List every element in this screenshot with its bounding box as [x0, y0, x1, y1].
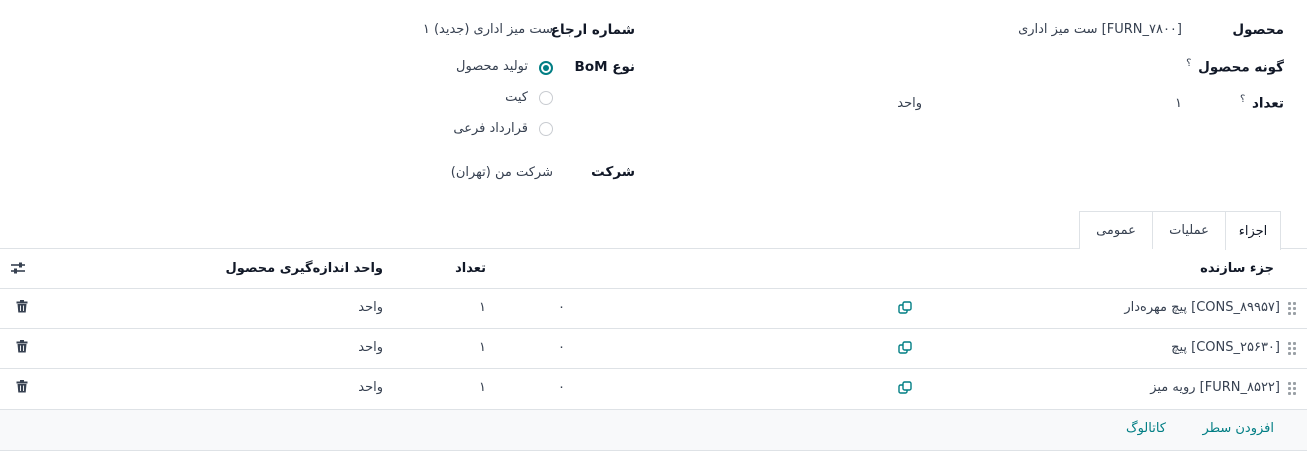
reference-label: شماره ارجاع: [550, 22, 635, 38]
drag-handle-icon[interactable]: [1288, 382, 1296, 396]
row-component[interactable]: [CONS_۸۹۹۵۷] پیچ مهره‌دار: [1124, 300, 1280, 315]
delete-row-icon[interactable]: [16, 380, 28, 393]
delete-row-icon[interactable]: [16, 340, 28, 353]
product-variant-label-text: گونه محصول: [1198, 59, 1284, 76]
table-row[interactable]: [CONS_۲۵۶۳۰] پیچ ۰ ۱ واحد: [0, 329, 1307, 369]
table-row[interactable]: [FURN_۸۵۲۲] رویه میز ۰ ۱ واحد: [0, 369, 1307, 410]
row-component[interactable]: [CONS_۲۵۶۳۰] پیچ: [1171, 340, 1280, 355]
open-component-icon[interactable]: [898, 341, 912, 355]
catalog-button[interactable]: کاتالوگ: [1126, 421, 1166, 436]
row-extra-value: ۰: [558, 380, 565, 395]
drag-handle-icon[interactable]: [1288, 302, 1296, 316]
help-icon[interactable]: ؟: [1186, 58, 1191, 69]
company-field[interactable]: شرکت من (تهران): [451, 165, 553, 180]
bom-type-label: نوع BoM: [574, 59, 635, 75]
open-component-icon[interactable]: [898, 301, 912, 315]
product-label: محصول: [1232, 22, 1284, 38]
open-component-icon[interactable]: [898, 381, 912, 395]
row-extra-value: ۰: [558, 340, 565, 355]
row-quantity[interactable]: ۱: [479, 380, 486, 395]
quantity-field[interactable]: ۱: [1175, 96, 1182, 111]
bom-type-option-kit[interactable]: کیت: [505, 90, 528, 105]
drag-handle-icon[interactable]: [1288, 342, 1296, 356]
reference-field[interactable]: ست میز اداری (جدید) ۱: [423, 22, 553, 37]
quantity-uom-field[interactable]: واحد: [897, 96, 922, 111]
bom-type-radio-kit[interactable]: [539, 91, 553, 105]
quantity-label: تعداد ؟: [1240, 94, 1284, 112]
row-quantity[interactable]: ۱: [479, 340, 486, 355]
quantity-label-text: تعداد: [1251, 95, 1284, 112]
components-table-header: جزء سازنده تعداد واحد اندازه‌گیری محصول: [0, 249, 1307, 289]
bom-type-radio-manufacture[interactable]: [539, 61, 553, 75]
row-quantity[interactable]: ۱: [479, 300, 486, 315]
row-uom[interactable]: واحد: [358, 300, 383, 315]
product-variant-label: گونه محصول ؟: [1186, 58, 1284, 76]
column-header-uom[interactable]: واحد اندازه‌گیری محصول: [226, 261, 383, 276]
table-row[interactable]: [CONS_۸۹۹۵۷] پیچ مهره‌دار ۰ ۱ واحد: [0, 289, 1307, 329]
company-label: شرکت: [591, 164, 635, 180]
add-line-button[interactable]: افزودن سطر: [1203, 421, 1274, 436]
row-uom[interactable]: واحد: [358, 340, 383, 355]
tab-components[interactable]: اجزاء: [1225, 211, 1281, 250]
column-header-component[interactable]: جزء سازنده: [1200, 261, 1274, 276]
column-header-quantity[interactable]: تعداد: [455, 261, 486, 276]
bom-type-radio-subcontracting[interactable]: [539, 122, 553, 136]
tab-operations[interactable]: عملیات: [1152, 211, 1226, 249]
product-field[interactable]: [FURN_۷۸۰۰] ست میز اداری: [1018, 22, 1182, 37]
optional-columns-icon[interactable]: [10, 261, 26, 275]
bom-type-option-subcontracting[interactable]: قرارداد فرعی: [453, 121, 528, 136]
row-extra-value: ۰: [558, 300, 565, 315]
row-component[interactable]: [FURN_۸۵۲۲] رویه میز: [1150, 380, 1280, 395]
tab-miscellaneous[interactable]: عمومی: [1079, 211, 1153, 249]
help-icon[interactable]: ؟: [1240, 94, 1245, 105]
row-uom[interactable]: واحد: [358, 380, 383, 395]
bom-type-option-manufacture[interactable]: تولید محصول: [456, 59, 528, 74]
delete-row-icon[interactable]: [16, 300, 28, 313]
table-footer: افزودن سطر کاتالوگ: [0, 410, 1307, 451]
